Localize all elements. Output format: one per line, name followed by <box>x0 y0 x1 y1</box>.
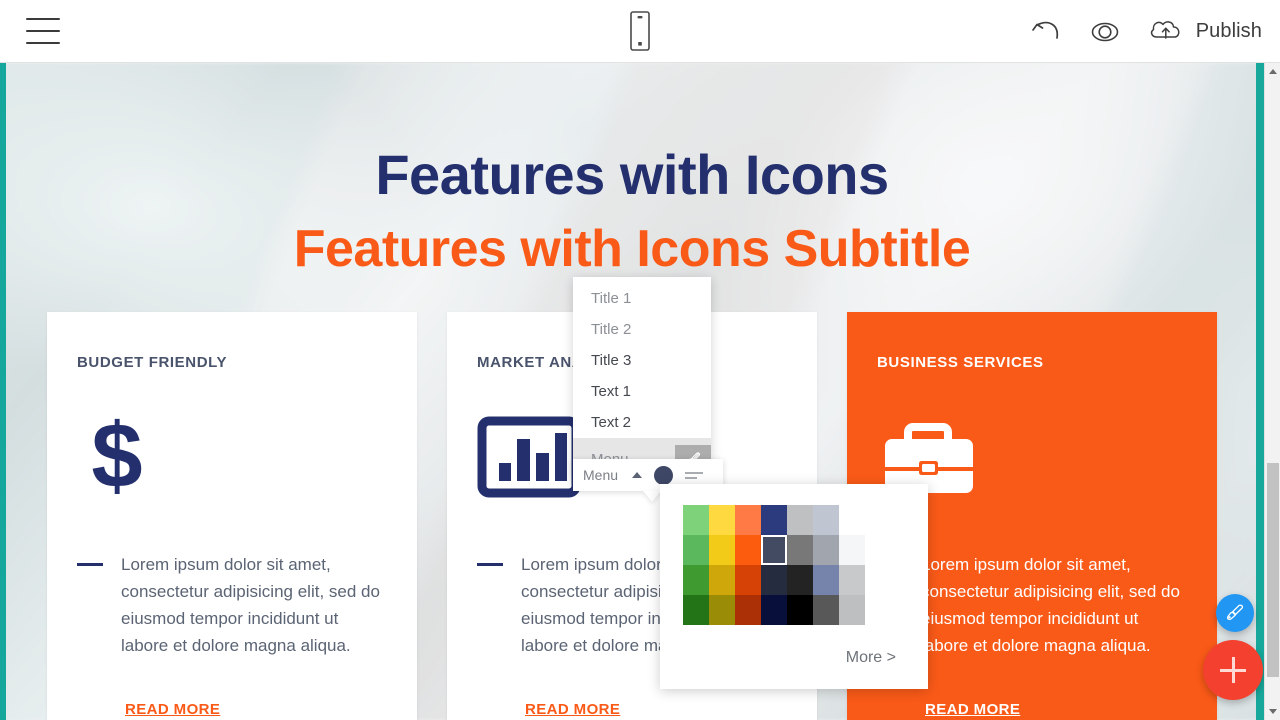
undo-arrow-icon[interactable] <box>1029 19 1063 45</box>
publish-label: Publish <box>1195 20 1262 42</box>
color-swatch[interactable] <box>787 505 813 535</box>
color-swatch[interactable] <box>839 535 865 565</box>
text-align-icon[interactable] <box>685 471 704 479</box>
color-swatch[interactable] <box>683 505 709 535</box>
style-selector-label[interactable]: Menu <box>583 467 618 483</box>
color-swatch[interactable] <box>709 535 735 565</box>
hamburger-bar <box>26 18 60 20</box>
caret-up-icon[interactable] <box>632 472 643 478</box>
style-option-title-2[interactable]: Title 2 <box>573 314 711 345</box>
color-swatch[interactable] <box>787 595 813 625</box>
style-dropdown-menu[interactable]: Title 1 Title 2 Title 3 Text 1 Text 2 Me… <box>573 277 711 480</box>
color-swatch[interactable] <box>839 565 865 595</box>
style-option-title-1[interactable]: Title 1 <box>573 283 711 314</box>
cloud-upload-icon <box>1147 15 1187 48</box>
scroll-up-arrow-icon[interactable] <box>1265 63 1280 80</box>
align-line <box>685 476 698 479</box>
hamburger-bar <box>26 42 60 44</box>
color-swatch[interactable] <box>735 535 761 565</box>
style-option-text-1[interactable]: Text 1 <box>573 376 711 407</box>
color-swatch[interactable] <box>683 565 709 595</box>
card-dash <box>477 563 503 566</box>
read-more-link[interactable]: READ MORE <box>125 701 220 718</box>
publish-button[interactable]: Publish <box>1147 15 1262 48</box>
read-more-link[interactable]: READ MORE <box>525 701 620 718</box>
mobile-device-icon[interactable] <box>627 10 653 57</box>
eye-icon[interactable] <box>1085 19 1125 45</box>
color-swatch[interactable] <box>761 595 787 625</box>
more-colors-link[interactable]: More > <box>846 649 896 667</box>
style-option-label: Text 1 <box>591 383 632 400</box>
style-option-label: Title 3 <box>591 352 632 369</box>
scroll-up-triangle <box>1269 69 1277 74</box>
read-more-link[interactable]: READ MORE <box>925 701 1020 718</box>
hamburger-icon[interactable] <box>26 18 60 44</box>
text-color-swatch-button[interactable] <box>654 465 674 485</box>
color-swatch[interactable] <box>761 505 787 535</box>
top-toolbar: Publish <box>0 0 1280 63</box>
color-swatch[interactable] <box>735 565 761 595</box>
hamburger-bar <box>26 30 60 32</box>
color-swatch[interactable] <box>683 535 709 565</box>
color-swatch[interactable] <box>839 595 865 625</box>
color-swatch-grid <box>683 505 865 625</box>
color-swatch[interactable] <box>839 505 865 535</box>
color-swatch[interactable] <box>709 505 735 535</box>
style-option-label: Title 1 <box>591 290 632 307</box>
toolbar-pointer <box>643 491 661 502</box>
page-subtitle[interactable]: Features with Icons Subtitle <box>0 221 1264 277</box>
card-title: BUDGET FRIENDLY <box>77 354 228 371</box>
card-text: Lorem ipsum dolor sit amet, consectetur … <box>921 555 1180 655</box>
color-swatch[interactable] <box>813 505 839 535</box>
canvas-left-edge <box>0 63 6 720</box>
color-swatch[interactable] <box>709 565 735 595</box>
feature-card-budget-friendly[interactable]: BUDGET FRIENDLY $ Lorem ipsum dolor sit … <box>47 312 417 720</box>
align-line <box>685 471 704 474</box>
color-swatch[interactable] <box>787 565 813 595</box>
plus-vertical <box>1231 657 1235 683</box>
card-dash <box>77 563 103 566</box>
app-root: Publish Features with Icons Features wit… <box>0 0 1280 720</box>
style-option-label: Text 2 <box>591 414 632 431</box>
plus-fab-icon[interactable] <box>1203 640 1263 700</box>
scroll-down-triangle <box>1269 709 1277 714</box>
vertical-scrollbar[interactable] <box>1264 63 1280 720</box>
color-swatch[interactable] <box>813 595 839 625</box>
card-text: Lorem ipsum dolor sit amet, consectetur … <box>121 555 380 655</box>
scrollbar-thumb[interactable] <box>1267 463 1279 677</box>
card-body: Lorem ipsum dolor sit amet, consectetur … <box>77 551 387 659</box>
svg-text:$: $ <box>91 409 142 505</box>
color-swatch[interactable] <box>683 595 709 625</box>
color-swatch[interactable] <box>709 595 735 625</box>
scroll-down-arrow-icon[interactable] <box>1265 703 1280 720</box>
style-option-label: Title 2 <box>591 321 632 338</box>
toolbar-actions: Publish <box>1029 0 1262 63</box>
color-swatch[interactable] <box>735 595 761 625</box>
color-swatch[interactable] <box>787 535 813 565</box>
style-option-title-3[interactable]: Title 3 <box>573 345 711 376</box>
color-swatch[interactable] <box>761 565 787 595</box>
page-title[interactable]: Features with Icons <box>0 144 1264 205</box>
paintbrush-fab-icon[interactable] <box>1216 594 1254 632</box>
style-option-text-2[interactable]: Text 2 <box>573 407 711 438</box>
card-title: BUSINESS SERVICES <box>877 354 1044 371</box>
canvas-right-edge <box>1256 63 1264 720</box>
dollar-sign-icon: $ <box>77 409 387 505</box>
color-picker-panel[interactable]: More > <box>660 484 928 689</box>
color-swatch[interactable] <box>761 535 787 565</box>
color-swatch[interactable] <box>813 535 839 565</box>
color-swatch[interactable] <box>735 505 761 535</box>
color-swatch[interactable] <box>813 565 839 595</box>
